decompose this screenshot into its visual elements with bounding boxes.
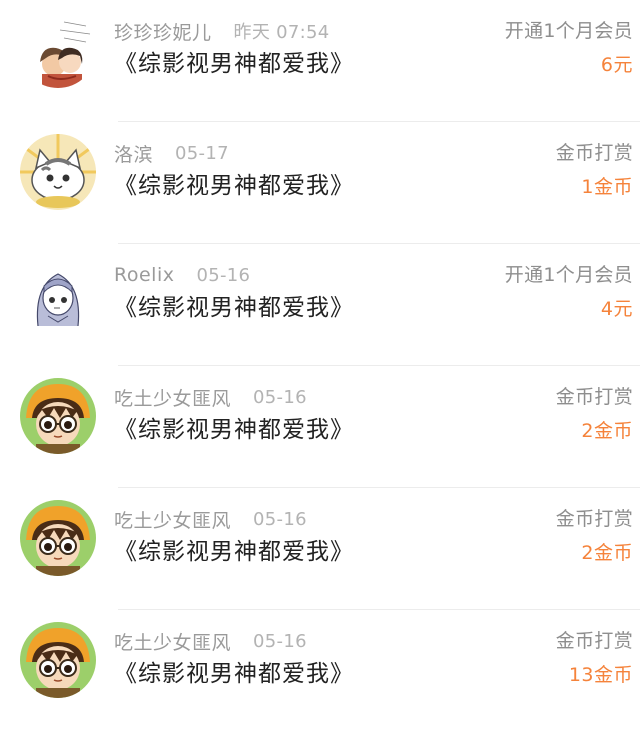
username[interactable]: Roelix [114, 264, 174, 286]
timestamp: 05-16 [253, 508, 307, 530]
action-label: 开通1个月会员 [504, 20, 633, 42]
timestamp: 05-16 [196, 264, 251, 286]
book-title[interactable]: 《综影视男神都爱我》 [114, 44, 354, 78]
book-title[interactable]: 《综影视男神都爱我》 [114, 288, 354, 322]
item-meta: 吃土少女匪风 05-16 [114, 626, 307, 656]
anime-couple-avatar-icon[interactable] [20, 12, 96, 88]
amount-value: 13金币 [568, 664, 633, 686]
action-label: 金币打赏 [555, 630, 633, 652]
glasses-girl-avatar-icon[interactable] [20, 378, 96, 454]
anime-girl-sketch-avatar-icon[interactable] [20, 256, 96, 332]
book-title[interactable]: 《综影视男神都爱我》 [114, 410, 354, 444]
amount-value: 6元 [600, 54, 633, 76]
timestamp: 05-16 [253, 630, 307, 652]
list-item[interactable]: 洛滨 05-17 《综影视男神都爱我》 金币打赏 1金币 [0, 122, 640, 244]
amount-value: 2金币 [581, 420, 633, 442]
amount-value: 4元 [600, 298, 633, 320]
username[interactable]: 珍珍珍妮儿 [114, 18, 212, 45]
timestamp: 昨天 07:54 [233, 22, 330, 43]
glasses-girl-avatar-icon[interactable] [20, 500, 96, 576]
username[interactable]: 洛滨 [114, 140, 153, 167]
action-label: 金币打赏 [555, 386, 633, 408]
amount-value: 2金币 [581, 542, 633, 564]
item-meta: 洛滨 05-17 [114, 138, 229, 168]
book-title[interactable]: 《综影视男神都爱我》 [114, 166, 354, 200]
list-item[interactable]: 吃土少女匪风 05-16 《综影视男神都爱我》 金币打赏 2金币 [0, 366, 640, 488]
timestamp: 05-17 [175, 142, 229, 164]
book-title[interactable]: 《综影视男神都爱我》 [114, 654, 354, 688]
username[interactable]: 吃土少女匪风 [114, 384, 231, 411]
action-label: 金币打赏 [555, 142, 633, 164]
list-item[interactable]: Roelix 05-16 《综影视男神都爱我》 开通1个月会员 4元 [0, 244, 640, 366]
cat-avatar-icon[interactable] [20, 134, 96, 210]
amount-value: 1金币 [581, 176, 633, 198]
list-item[interactable]: 吃土少女匪风 05-16 《综影视男神都爱我》 金币打赏 2金币 [0, 488, 640, 610]
item-meta: 吃土少女匪风 05-16 [114, 504, 307, 534]
item-meta: Roelix 05-16 [114, 260, 250, 290]
item-meta: 吃土少女匪风 05-16 [114, 382, 307, 412]
username[interactable]: 吃土少女匪风 [114, 506, 231, 533]
reward-record-list: 珍珍珍妮儿 昨天 07:54 《综影视男神都爱我》 开通1个月会员 6元 洛滨 … [0, 0, 640, 727]
action-label: 开通1个月会员 [504, 264, 633, 286]
action-label: 金币打赏 [555, 508, 633, 530]
list-item[interactable]: 吃土少女匪风 05-16 《综影视男神都爱我》 金币打赏 13金币 [0, 610, 640, 732]
username[interactable]: 吃土少女匪风 [114, 628, 231, 655]
item-meta: 珍珍珍妮儿 昨天 07:54 [114, 16, 330, 46]
glasses-girl-avatar-icon[interactable] [20, 622, 96, 698]
book-title[interactable]: 《综影视男神都爱我》 [114, 532, 354, 566]
timestamp: 05-16 [253, 386, 307, 408]
list-item[interactable]: 珍珍珍妮儿 昨天 07:54 《综影视男神都爱我》 开通1个月会员 6元 [0, 0, 640, 122]
